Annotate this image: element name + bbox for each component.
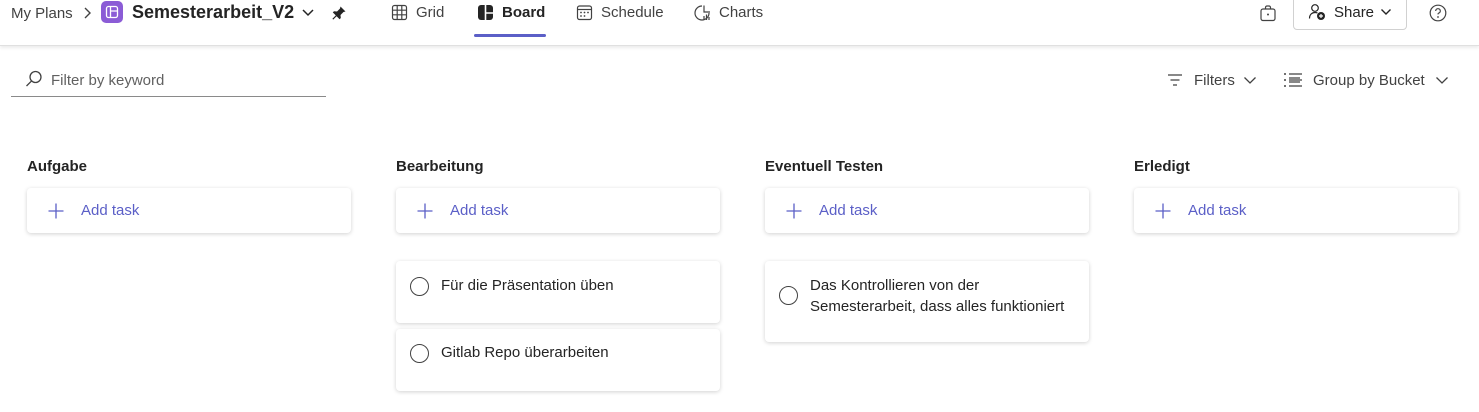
add-task-label: Add task [1188, 202, 1247, 219]
add-task-button-erledigt[interactable]: Add task [1134, 188, 1458, 233]
plan-icon [101, 1, 123, 23]
share-button[interactable]: Share [1293, 0, 1407, 30]
add-task-label: Add task [819, 202, 878, 219]
add-task-button-bearbeitung[interactable]: Add task [396, 188, 720, 233]
chart-icon [694, 4, 710, 21]
add-task-button-aufgabe[interactable]: Add task [27, 188, 351, 233]
bucket-title-bearbeitung[interactable]: Bearbeitung [396, 156, 484, 176]
tab-charts[interactable]: Charts [694, 0, 763, 24]
complete-task-checkbox[interactable] [410, 344, 429, 363]
filters-button[interactable]: Filters [1166, 69, 1257, 91]
active-tab-indicator [474, 34, 546, 37]
bucket-title-aufgabe[interactable]: Aufgabe [27, 156, 87, 176]
grid-icon [391, 4, 408, 20]
add-task-label: Add task [450, 202, 509, 219]
plus-icon [1155, 203, 1171, 218]
add-task-label: Add task [81, 202, 140, 219]
filter-input[interactable] [51, 69, 321, 91]
filter-icon [1168, 74, 1182, 86]
task-card[interactable]: Gitlab Repo überarbeiten [396, 329, 720, 391]
add-person-icon [1308, 4, 1325, 20]
chevron-down-icon [1435, 76, 1448, 84]
search-icon [26, 70, 42, 87]
task-card[interactable]: Das Kontrollieren von der Semesterarbeit… [765, 261, 1089, 342]
chevron-right-icon [80, 3, 94, 23]
calendar-icon [576, 4, 593, 20]
plan-title[interactable]: Semesterarbeit_V2 [132, 0, 294, 24]
group-by-button[interactable]: Group by Bucket [1283, 69, 1449, 91]
add-task-button-eventuell-testen[interactable]: Add task [765, 188, 1089, 233]
tab-charts-label: Charts [719, 3, 764, 21]
briefcase-icon[interactable] [1258, 3, 1278, 23]
share-label: Share [1334, 3, 1375, 21]
breadcrumb-my-plans[interactable]: My Plans [11, 3, 73, 23]
filters-label: Filters [1194, 71, 1235, 89]
group-by-label: Group by Bucket [1313, 71, 1425, 89]
tab-grid[interactable]: Grid [391, 0, 444, 24]
bucket-title-eventuell-testen[interactable]: Eventuell Testen [765, 156, 883, 176]
task-title: Das Kontrollieren von der Semesterarbeit… [810, 277, 1065, 315]
tab-schedule[interactable]: Schedule [576, 0, 664, 24]
plus-icon [48, 203, 64, 218]
list-icon [1284, 73, 1302, 87]
top-bar: My Plans Semesterarbeit_V2 Grid Board Sc… [0, 0, 1479, 46]
bucket-title-erledigt[interactable]: Erledigt [1134, 156, 1190, 176]
complete-task-checkbox[interactable] [779, 286, 798, 305]
tab-schedule-label: Schedule [601, 3, 664, 21]
chevron-down-icon[interactable] [299, 3, 317, 23]
chevron-down-icon [1381, 9, 1392, 15]
task-card[interactable]: Für die Präsentation üben [396, 261, 720, 323]
complete-task-checkbox[interactable] [410, 277, 429, 296]
tab-grid-label: Grid [416, 3, 445, 21]
task-title: Gitlab Repo überarbeiten [441, 344, 609, 361]
tab-board-label: Board [502, 3, 546, 21]
help-icon[interactable] [1428, 3, 1448, 23]
chevron-down-icon [1243, 76, 1256, 84]
plus-icon [417, 203, 433, 218]
pin-icon[interactable] [330, 3, 348, 23]
task-title: Für die Präsentation üben [441, 277, 614, 294]
plus-icon [786, 203, 802, 218]
tab-board[interactable]: Board [477, 0, 545, 24]
board-icon [478, 4, 493, 20]
filter-field[interactable] [11, 63, 326, 97]
